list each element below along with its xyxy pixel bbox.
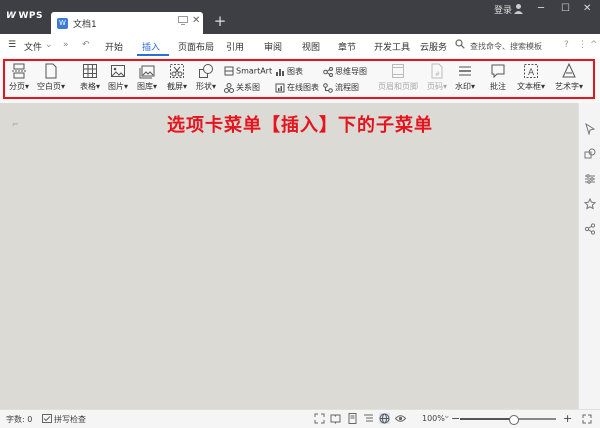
spell-check-icon	[42, 414, 52, 423]
web-view-icon[interactable]	[379, 413, 390, 424]
login-link[interactable]: 登录	[494, 3, 512, 16]
right-side-toolbar	[578, 103, 600, 409]
tab-insert[interactable]: 插入	[142, 40, 160, 53]
tab-references[interactable]: 引用	[226, 40, 244, 53]
hamburger-menu-icon[interactable]: ☰	[8, 40, 16, 50]
help-icon[interactable]: ?	[564, 40, 569, 50]
eye-protection-icon[interactable]	[395, 413, 406, 424]
zoom-percentage[interactable]: 100%	[422, 414, 445, 423]
menu-bar: ☰ 文件 ⌄ » ↶ 开始 插入 页面布局 引用 审阅 视图 章节 开发工具 云…	[0, 34, 600, 59]
writer-doc-icon: W	[57, 18, 68, 29]
star-icon[interactable]	[584, 198, 596, 210]
zoom-dropdown-icon[interactable]: ⌄	[443, 411, 451, 421]
focus-mode-icon[interactable]	[314, 413, 325, 424]
select-cursor-icon[interactable]	[584, 123, 596, 135]
zoom-slider[interactable]	[460, 415, 556, 425]
collapse-ribbon-icon[interactable]: ^	[590, 40, 598, 50]
status-bar: 字数: 0 拼写检查 100% ⌄ − +	[0, 409, 600, 428]
shape-style-icon[interactable]	[584, 148, 596, 160]
file-menu-arrow-icon[interactable]: ⌄	[45, 40, 53, 50]
outline-view-icon[interactable]	[363, 413, 374, 424]
command-search-input[interactable]: 查找命令、搜索模板	[470, 41, 542, 52]
word-count[interactable]: 字数: 0	[6, 414, 32, 425]
document-canvas[interactable]	[0, 103, 600, 409]
tab-start[interactable]: 开始	[105, 40, 123, 53]
title-bar: W WPS W 文档1 ✕ + 登录 ─ ☐ ✕	[0, 0, 600, 34]
close-window-button[interactable]: ✕	[583, 3, 591, 14]
user-avatar-icon[interactable]	[513, 3, 524, 14]
zoom-out-button[interactable]: −	[451, 412, 460, 425]
close-tab-button[interactable]: ✕	[192, 15, 200, 26]
undo-icon[interactable]: ↶	[82, 40, 90, 50]
more-left-icon[interactable]: »	[63, 40, 69, 50]
zoom-slider-thumb[interactable]	[508, 415, 519, 425]
tab-review[interactable]: 审阅	[264, 40, 282, 53]
tab-page-layout[interactable]: 页面布局	[178, 40, 214, 53]
spell-check-toggle[interactable]: 拼写检查	[54, 414, 86, 425]
ribbon-highlight-box	[3, 59, 595, 99]
share-icon[interactable]	[584, 223, 596, 235]
annotation-caption: 选项卡菜单【插入】下的子菜单	[167, 115, 433, 136]
fit-window-icon[interactable]	[582, 414, 592, 424]
maximize-button[interactable]: ☐	[561, 3, 570, 14]
read-mode-icon[interactable]	[330, 413, 341, 424]
monitor-icon[interactable]	[178, 16, 188, 28]
wps-logo[interactable]: W WPS	[6, 11, 43, 21]
adjust-settings-icon[interactable]	[584, 173, 596, 185]
margin-corner-mark: ⌐	[12, 120, 19, 129]
document-tab-title: 文档1	[73, 20, 97, 30]
zoom-slider-fill	[460, 418, 513, 420]
tab-developer[interactable]: 开发工具	[374, 40, 410, 53]
tab-view[interactable]: 视图	[302, 40, 320, 53]
page-view-icon[interactable]	[347, 413, 358, 424]
file-menu[interactable]: 文件	[24, 40, 42, 53]
minimize-button[interactable]: ─	[538, 3, 544, 14]
search-icon[interactable]	[455, 39, 465, 52]
tab-chapter[interactable]: 章节	[338, 40, 356, 53]
zoom-in-button[interactable]: +	[563, 412, 572, 425]
tab-cloud-service[interactable]: 云服务	[420, 40, 447, 53]
document-tab[interactable]: W 文档1 ✕	[51, 12, 203, 34]
active-tab-indicator	[137, 54, 169, 56]
more-options-icon[interactable]: ⋮	[578, 40, 587, 50]
new-tab-button[interactable]: +	[210, 12, 230, 32]
